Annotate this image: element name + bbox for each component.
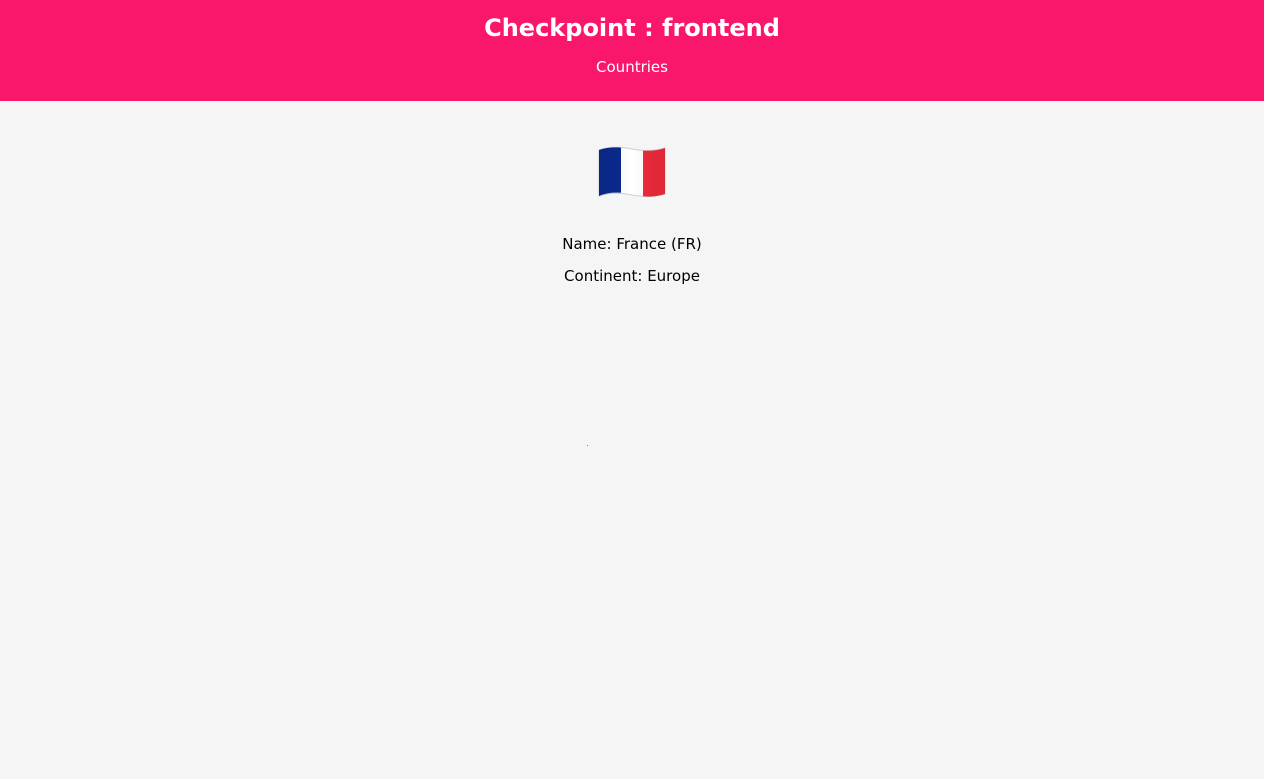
country-continent: Continent: Europe <box>564 267 700 285</box>
app-title: Checkpoint : frontend <box>484 14 780 42</box>
header-nav: Countries <box>0 57 1264 76</box>
app-header: Checkpoint : frontend Countries <box>0 0 1264 101</box>
fr-flag-icon <box>597 144 667 200</box>
country-name: Name: France (FR) <box>562 235 702 253</box>
country-details: Name: France (FR) Continent: Europe <box>0 144 1264 285</box>
stray-dot <box>587 445 588 446</box>
nav-link-countries[interactable]: Countries <box>596 58 668 76</box>
